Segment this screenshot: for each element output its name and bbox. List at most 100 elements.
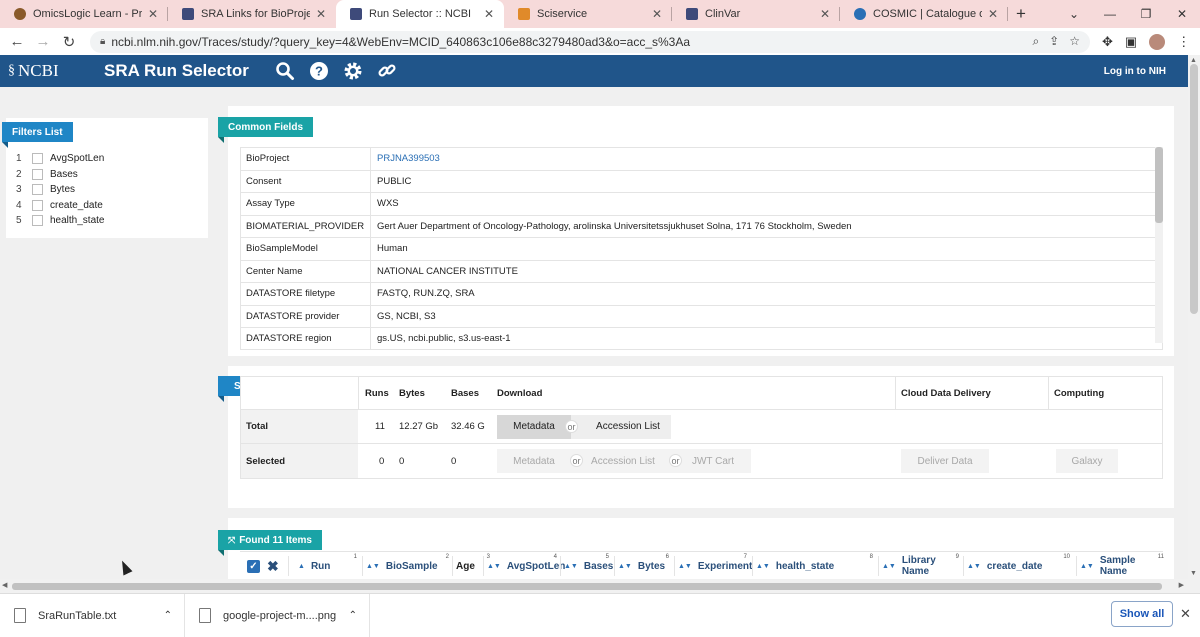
sort-arrow-icon[interactable]: ▲▼ [1080,563,1094,570]
column-header-avgspotlen[interactable]: ▲▼ AvgSpotLen 4 [487,552,565,580]
or-separator: or [565,420,578,433]
new-tab-button[interactable]: + [1008,0,1034,28]
filter-checkbox[interactable] [32,199,43,211]
column-header-bases[interactable]: ▲▼ Bases 5 [564,552,613,580]
browser-tab[interactable]: OmicsLogic Learn - Project ✕ [0,0,168,28]
column-header-bytes[interactable]: ▲▼ Bytes 6 [618,552,672,580]
select-all-checkbox[interactable]: ✓ [247,552,260,580]
metadata-button[interactable]: Metadata [497,414,571,439]
close-download-shelf-icon[interactable]: ✕ [1180,606,1191,622]
tab-search-chevron-icon[interactable]: ⌄ [1056,0,1092,28]
download-item[interactable]: google-project-m....png ⌃ [185,593,370,637]
scrollbar-thumb[interactable] [1190,64,1198,314]
column-header-sample-name[interactable]: ▲▼ Sample Name 11 [1080,552,1164,580]
deliver-data-button-disabled: Deliver Data [901,449,989,473]
tab-close-icon[interactable]: ✕ [988,7,998,21]
column-header-age[interactable]: Age 3 [456,552,490,580]
tab-close-icon[interactable]: ✕ [484,7,494,21]
reload-icon[interactable]: ↻ [56,33,82,51]
back-arrow-icon[interactable]: ← [4,33,30,50]
share-icon[interactable]: ⇪ [1049,34,1059,49]
column-header-health-state[interactable]: ▲▼ health_state 8 [756,552,876,580]
column-number: 8 [869,554,873,560]
filter-checkbox[interactable] [32,184,43,196]
tab-close-icon[interactable]: ✕ [148,7,158,21]
accession-list-button[interactable]: Accession List [571,414,671,439]
filter-item[interactable]: 4 create_date [6,198,206,214]
clear-selection-x-icon[interactable]: ✖ [267,552,279,580]
page-horizontal-scrollbar[interactable]: ◀ ▶ [0,579,1188,593]
extensions-puzzle-icon[interactable]: ✥ [1102,34,1113,50]
filter-checkbox[interactable] [32,215,43,227]
minimize-window-icon[interactable]: — [1092,0,1128,28]
bookmark-star-icon[interactable]: ☆ [1069,34,1080,49]
field-key: Consent [241,170,371,192]
address-bar[interactable]: 🔒︎ ncbi.nlm.nih.gov/Traces/study/?query_… [90,30,1090,53]
bioproject-link[interactable]: PRJNA399503 [371,153,1162,164]
zoom-icon[interactable]: ⌕ [1032,34,1039,49]
tab-close-icon[interactable]: ✕ [820,7,830,21]
filter-label: Bases [50,168,78,180]
ncbi-helix-icon: § [8,63,15,78]
settings-gear-icon[interactable] [336,55,370,87]
profile-avatar[interactable] [1149,33,1166,50]
tab-close-icon[interactable]: ✕ [316,7,326,21]
browser-tab[interactable]: ClinVar ✕ [672,0,840,28]
collapse-icon[interactable]: ⤧ [228,535,235,546]
url-text[interactable]: ncbi.nlm.nih.gov/Traces/study/?query_key… [111,35,1032,49]
show-all-downloads-button[interactable]: Show all [1111,601,1173,627]
column-header-experiment[interactable]: ▲▼ Experiment 7 [678,552,752,580]
sort-arrow-icon[interactable]: ▲▼ [967,563,981,570]
sort-arrow-icon[interactable]: ▲▼ [678,563,692,570]
common-fields-scrollbar[interactable] [1155,147,1163,343]
search-icon[interactable] [268,55,302,87]
filter-item[interactable]: 2 Bases [6,167,206,183]
scroll-left-arrow-icon[interactable]: ◀ [2,581,7,589]
link-icon[interactable] [370,55,404,87]
sort-arrow-icon[interactable]: ▲ [298,563,305,570]
close-window-icon[interactable]: ✕ [1164,0,1200,28]
sort-arrow-icon[interactable]: ▲▼ [564,563,578,570]
scroll-down-arrow-icon[interactable]: ▼ [1190,570,1197,577]
tab-divider [1007,7,1008,21]
browser-tab[interactable]: COSMIC | Catalogue of Som ✕ [840,0,1008,28]
page-vertical-scrollbar[interactable]: ▲ ▼ [1188,55,1200,593]
column-header-biosample[interactable]: ▲▼ BioSample 2 [366,552,452,580]
filter-checkbox[interactable] [32,168,43,180]
sort-arrow-icon[interactable]: ▲▼ [487,563,501,570]
browser-tab[interactable]: SRA Links for BioProject (Se ✕ [168,0,336,28]
app-title[interactable]: SRA Run Selector [104,61,268,81]
browser-tab-active[interactable]: Run Selector :: NCBI ✕ [336,0,504,28]
scroll-right-arrow-icon[interactable]: ▶ [1179,581,1184,589]
restore-window-icon[interactable]: ❐ [1128,0,1164,28]
sort-arrow-icon[interactable]: ▲▼ [366,563,380,570]
sort-arrow-icon[interactable]: ▲▼ [618,563,632,570]
filter-item[interactable]: 3 Bytes [6,182,206,198]
filter-checkbox[interactable] [32,153,43,165]
column-label: Age [456,560,475,572]
checkbox-checked-icon[interactable]: ✓ [247,559,260,573]
chevron-up-icon[interactable]: ⌃ [164,610,172,621]
help-icon[interactable]: ? [302,55,336,87]
download-item[interactable]: SraRunTable.txt ⌃ [0,593,185,637]
scrollbar-thumb[interactable] [1155,147,1163,223]
lock-icon[interactable]: 🔒︎ [100,36,105,47]
tab-close-icon[interactable]: ✕ [652,7,662,21]
browser-menu-icon[interactable]: ⋮ [1177,34,1190,50]
filter-item[interactable]: 5 health_state [6,213,206,229]
side-panel-icon[interactable]: ▣ [1125,34,1137,50]
forward-arrow-icon[interactable]: → [30,33,56,50]
chevron-up-icon[interactable]: ⌃ [349,610,357,621]
sort-arrow-icon[interactable]: ▲▼ [882,563,896,570]
column-header-create-date[interactable]: ▲▼ create_date 10 [967,552,1073,580]
scroll-up-arrow-icon[interactable]: ▲ [1190,57,1197,64]
scrollbar-thumb[interactable] [12,583,1162,590]
sort-arrow-icon[interactable]: ▲▼ [756,563,770,570]
browser-tab[interactable]: Sciservice ✕ [504,0,672,28]
login-link[interactable]: Log in to NIH [1104,66,1166,77]
ncbi-logo[interactable]: § NCBI [8,61,96,81]
column-header-library-name[interactable]: ▲▼ Library Name 9 [882,552,962,580]
filter-item[interactable]: 1 AvgSpotLen [6,151,206,167]
tab-title: ClinVar [705,8,741,20]
column-header-run[interactable]: ▲ Run 1 [298,552,360,580]
